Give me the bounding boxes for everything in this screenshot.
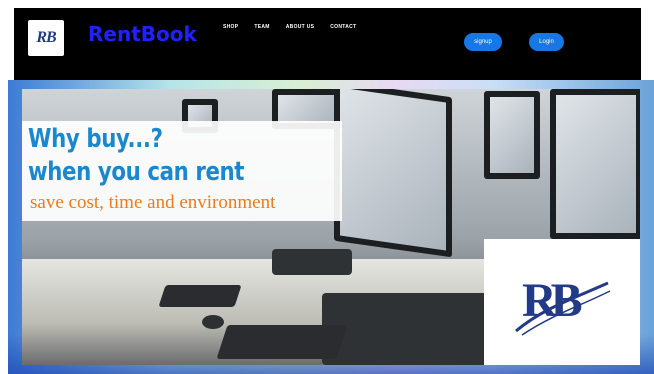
- rb-logo-letters: RB: [522, 274, 583, 327]
- computer-base: [322, 293, 490, 365]
- main-nav: SHOP TEAM ABOUT US CONTACT: [223, 24, 356, 30]
- nav-link-team[interactable]: TEAM: [254, 24, 269, 30]
- keyboard-image: [158, 285, 242, 307]
- signup-button[interactable]: signup: [464, 33, 502, 51]
- monitor-image: [550, 89, 640, 239]
- nav-link-shop[interactable]: SHOP: [223, 24, 238, 30]
- tagline-panel: Why buy...? when you can rent save cost,…: [22, 121, 342, 221]
- logo-text: RB: [36, 29, 56, 46]
- computer-base: [272, 249, 352, 275]
- tagline-line-1: Why buy...?: [28, 124, 163, 154]
- monitor-image: [484, 91, 540, 179]
- monitor-image: [334, 89, 452, 258]
- mouse-image: [202, 315, 224, 329]
- hero-banner: Why buy...? when you can rent save cost,…: [22, 89, 640, 365]
- nav-link-about[interactable]: ABOUT US: [286, 24, 315, 30]
- tagline-line-3: save cost, time and environment: [30, 192, 276, 213]
- rb-logo-card: RB: [484, 239, 640, 365]
- site-logo[interactable]: RB: [28, 20, 64, 56]
- login-button[interactable]: Login: [529, 33, 564, 51]
- nav-link-contact[interactable]: CONTACT: [330, 24, 356, 30]
- keyboard-image: [216, 325, 348, 359]
- tagline-line-2: when you can rent: [28, 157, 245, 187]
- top-navbar: RB RentBook SHOP TEAM ABOUT US CONTACT s…: [14, 8, 641, 82]
- brand-name[interactable]: RentBook: [88, 22, 197, 46]
